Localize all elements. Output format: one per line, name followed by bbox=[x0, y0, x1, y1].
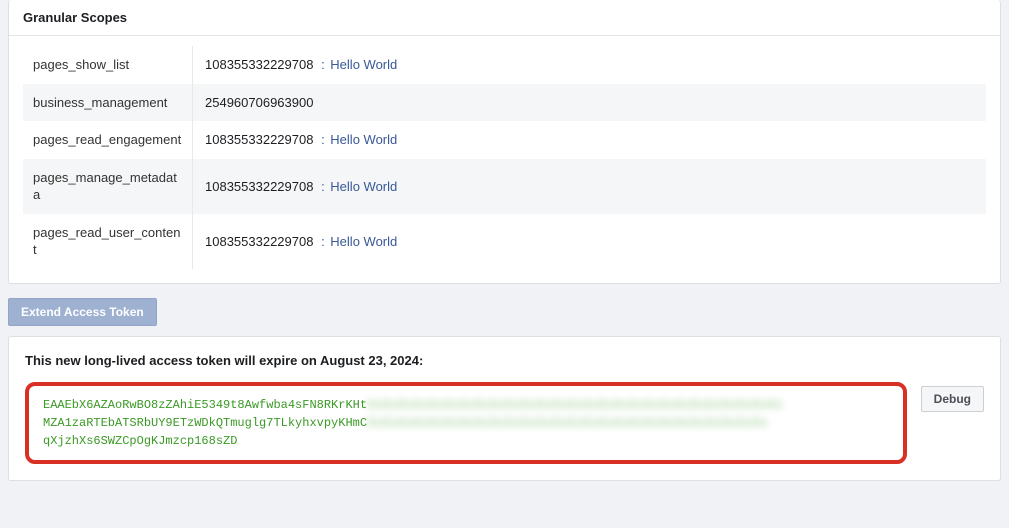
scope-id: 108355332229708 bbox=[205, 57, 313, 72]
scope-value: 108355332229708 : Hello World bbox=[193, 169, 986, 204]
extend-access-token-button[interactable]: Extend Access Token bbox=[8, 298, 157, 326]
scopes-rows: pages_show_list108355332229708 : Hello W… bbox=[23, 46, 986, 269]
debug-button[interactable]: Debug bbox=[921, 386, 984, 412]
scope-link[interactable]: Hello World bbox=[330, 57, 397, 72]
scope-id: 108355332229708 bbox=[205, 132, 313, 147]
token-line: qXjzhXs6SWZCpOgKJmzcp168sZD bbox=[43, 432, 889, 450]
long-lived-token-panel: This new long-lived access token will ex… bbox=[8, 336, 1001, 481]
scope-name: pages_read_user_content bbox=[23, 214, 193, 269]
token-visible-segment: EAAEbX6AZAoRwBO8zZAhiE5349t8Awfwba4sFN8R… bbox=[43, 396, 367, 414]
separator: : bbox=[317, 179, 328, 194]
scope-id: 254960706963900 bbox=[205, 95, 313, 110]
scope-link[interactable]: Hello World bbox=[330, 234, 397, 249]
scope-row: pages_read_engagement108355332229708 : H… bbox=[23, 121, 986, 159]
token-row: EAAEbX6AZAoRwBO8zZAhiE5349t8Awfwba4sFN8R… bbox=[25, 382, 984, 464]
scope-link[interactable]: Hello World bbox=[330, 132, 397, 147]
scope-row: pages_manage_metadata108355332229708 : H… bbox=[23, 159, 986, 214]
scope-id: 108355332229708 bbox=[205, 234, 313, 249]
token-visible-segment: MZA1zaRTEbATSRbUY9ETzWDkQTmuglg7TLkyhxvp… bbox=[43, 414, 367, 432]
scope-name: business_management bbox=[23, 84, 193, 122]
scope-row: business_management 254960706963900 bbox=[23, 84, 986, 122]
granular-scopes-title: Granular Scopes bbox=[9, 0, 1000, 36]
token-heading: This new long-lived access token will ex… bbox=[25, 353, 984, 368]
token-blurred-segment: XxXxXxXxXxXxXxXxXxXxXxXxXxXxXxXxXxXxXxXx… bbox=[367, 414, 767, 432]
scope-row: pages_show_list108355332229708 : Hello W… bbox=[23, 46, 986, 84]
granular-scopes-panel: Granular Scopes pages_show_list108355332… bbox=[8, 0, 1001, 284]
token-blurred-segment: XxXxXxXxXxXxXxXxXxXxXxXxXxXxXxXxXxXxXxXx… bbox=[367, 396, 783, 414]
scope-value: 108355332229708 : Hello World bbox=[193, 47, 986, 82]
scope-name: pages_read_engagement bbox=[23, 121, 193, 159]
token-box: EAAEbX6AZAoRwBO8zZAhiE5349t8Awfwba4sFN8R… bbox=[25, 382, 907, 464]
token-line: MZA1zaRTEbATSRbUY9ETzWDkQTmuglg7TLkyhxvp… bbox=[43, 414, 889, 432]
scopes-table: pages_show_list108355332229708 : Hello W… bbox=[9, 36, 1000, 283]
scope-row: pages_read_user_content108355332229708 :… bbox=[23, 214, 986, 269]
scope-name: pages_show_list bbox=[23, 46, 193, 84]
scope-value: 108355332229708 : Hello World bbox=[193, 122, 986, 157]
scope-link[interactable]: Hello World bbox=[330, 179, 397, 194]
separator: : bbox=[317, 57, 328, 72]
scope-value: 108355332229708 : Hello World bbox=[193, 224, 986, 259]
scope-id: 108355332229708 bbox=[205, 179, 313, 194]
scope-value: 254960706963900 bbox=[193, 85, 986, 120]
separator: : bbox=[317, 132, 328, 147]
token-line: EAAEbX6AZAoRwBO8zZAhiE5349t8Awfwba4sFN8R… bbox=[43, 396, 889, 414]
scope-name: pages_manage_metadata bbox=[23, 159, 193, 214]
separator: : bbox=[317, 234, 328, 249]
token-visible-segment: qXjzhXs6SWZCpOgKJmzcp168sZD bbox=[43, 432, 237, 450]
